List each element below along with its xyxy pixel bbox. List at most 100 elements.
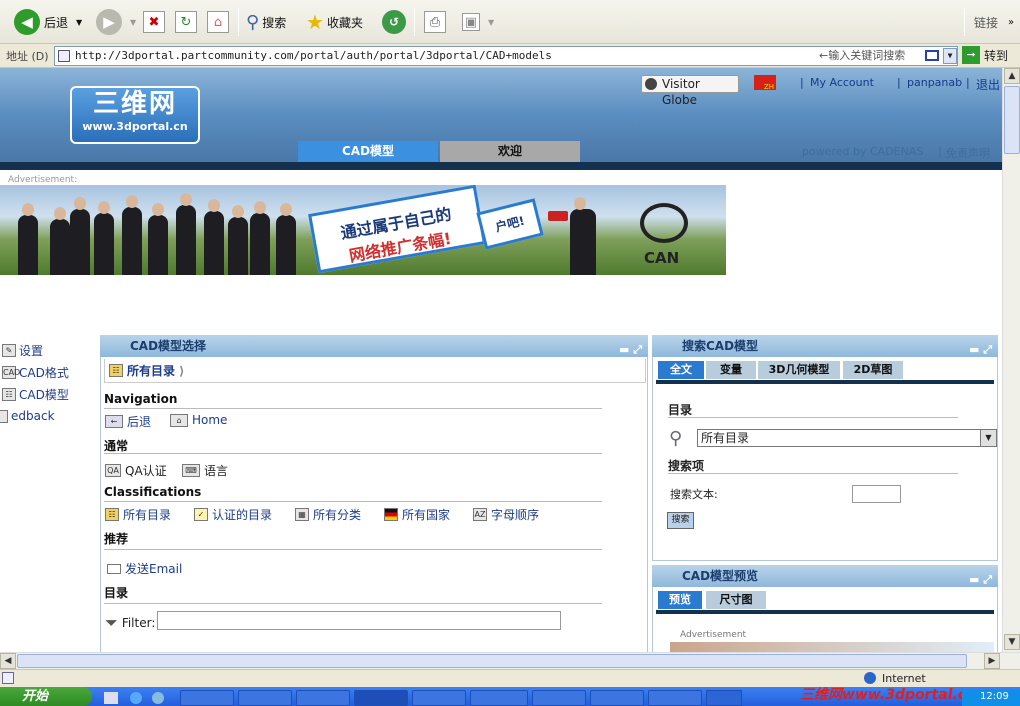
system-tray: 12:09 [962,690,1020,706]
links-button[interactable]: 链接 [974,8,998,36]
scroll-right-icon[interactable]: ▶ [984,653,1000,669]
dropdown-arrow-icon[interactable]: ▼ [488,18,494,27]
taskbar-window-button[interactable] [238,690,292,706]
quicklaunch-icon[interactable] [104,692,118,704]
catalog-select[interactable]: 所有目录 ▼ [697,429,997,447]
scroll-thumb[interactable] [1004,86,1020,154]
china-flag-icon[interactable]: ZH [754,75,776,91]
left-menu-feedback[interactable]: edback [0,409,55,423]
alphabetical-link[interactable]: AZ 字母顺序 [473,506,539,523]
history-button[interactable]: ↺ [382,8,406,36]
favorites-label: 收藏夹 [326,15,363,30]
taskbar-window-button[interactable] [412,690,466,706]
back-button[interactable]: ◀ 后退 ▼ [14,8,82,36]
separator: | [966,76,970,89]
link-label: 所有目录 [123,508,172,522]
taskbar-window-button[interactable] [590,690,644,706]
start-button[interactable]: 开始 [0,687,92,706]
horizontal-scrollbar[interactable]: ◀ ▶ [0,652,1020,669]
dropdown-arrow-icon[interactable]: ▼ [76,18,82,27]
magnifier-icon[interactable]: ⚲ [669,428,682,449]
taskbar-window-button[interactable] [470,690,528,706]
print-button[interactable]: ⎙ [424,8,446,36]
visitor-globe-button[interactable]: Visitor Globe [641,75,739,107]
breadcrumb-item[interactable]: 所有目录 [127,362,175,379]
printer-icon: ⎙ [424,11,446,33]
search-submit-button[interactable]: 搜索 [667,512,694,529]
scroll-up-icon[interactable]: ▲ [1004,68,1020,84]
section-recommend: 推荐 [104,532,129,546]
ie-icon[interactable] [152,692,164,704]
forward-button[interactable]: ▶ ▼ [96,8,136,36]
chevron-down-icon[interactable]: ▼ [980,430,996,446]
vertical-scrollbar[interactable]: ▲ ▼ [1002,68,1020,652]
nav-back-link[interactable]: ← 后退 [105,413,151,430]
logout-link[interactable]: 退出 [976,76,1000,93]
scroll-thumb[interactable] [17,654,967,668]
taskbar-window-button[interactable] [296,690,350,706]
panel-controls[interactable]: ▬ ⤢ [969,339,992,361]
tab-fulltext[interactable]: 全文 [658,361,704,379]
site-logo[interactable]: 三维网 www.3dportal.cn [70,86,200,144]
taskbar-window-button[interactable] [648,690,702,706]
taskbar-window-button[interactable] [532,690,586,706]
ad-banner[interactable]: 通过属于自己的 网络推广条幅! 户吧! CAN [0,185,726,275]
filter-label: Filter: [121,616,156,630]
my-account-link[interactable]: My Account [810,76,874,89]
search-text-input[interactable] [852,485,901,503]
scroll-left-icon[interactable]: ◀ [0,653,16,669]
edit-icon: ▣ [462,13,480,31]
star-icon: ★ [306,10,324,34]
panel-controls[interactable]: ▬ ⤢ [969,569,992,591]
taskbar-window-button-active[interactable] [354,690,408,706]
keyword-search-hint[interactable]: ←输入关键词搜索 [819,47,905,65]
tab-cad-models[interactable]: CAD模型 [298,141,438,162]
home-button[interactable]: ⌂ [207,8,229,36]
refresh-button[interactable]: ↻ [175,8,197,36]
filter-input[interactable] [157,611,561,630]
tab-dimension-drawing[interactable]: 尺寸图 [706,591,766,609]
engine-icon[interactable] [925,50,939,61]
left-menu-cad-formats[interactable]: CAD CAD格式 [2,364,69,381]
filter-icon: ⏷ [105,613,118,632]
all-catalogs-link[interactable]: ☷ 所有目录 [105,506,171,523]
tab-label: 全文 [670,363,692,376]
logo-url: www.3dportal.cn [82,120,188,133]
address-dropdown-icon[interactable]: ▼ [943,48,957,64]
nav-home-link[interactable]: ⌂ Home [170,413,227,427]
certified-catalogs-link[interactable]: ✓ 认证的目录 [194,506,272,523]
send-email-link[interactable]: 发送Email [107,560,182,577]
stop-button[interactable]: ✖ [143,8,165,36]
section-navigation: Navigation [104,392,178,406]
all-classes-link[interactable]: ▦ 所有分类 [295,506,361,523]
breadcrumb[interactable]: ☷ 所有目录 ⟩ [104,359,646,383]
taskbar-overflow-button[interactable] [706,690,742,706]
left-menu-cad-models[interactable]: ☷ CAD模型 [2,386,69,403]
edit-button[interactable]: ▣ ▼ [462,8,494,36]
preview-ad-image[interactable] [670,642,994,652]
tab-preview[interactable]: 预览 [658,591,702,609]
toolbar-overflow-icon[interactable]: » [1008,8,1014,36]
catalog-icon: ☷ [109,364,123,377]
username-link[interactable]: panpanab [907,76,962,89]
search-button[interactable]: ⚲ 搜索 [246,8,286,36]
tab-3d-geometry[interactable]: 3D几何模型 [758,361,840,379]
all-countries-link[interactable]: 所有国家 [384,506,450,523]
catalog-label: 目录 [668,403,693,417]
favorites-button[interactable]: ★ 收藏夹 [306,8,363,36]
panel-controls[interactable]: ▬ ⤢ [619,339,642,361]
disclaimer-link[interactable]: 免责声明 [946,145,990,161]
ie-icon[interactable] [130,692,142,704]
language-link[interactable]: ⌨ 语言 [182,462,228,479]
tab-2d-sketch[interactable]: 2D草图 [843,361,903,379]
taskbar-window-button[interactable] [180,690,234,706]
address-input[interactable]: http://3dportal.partcommunity.com/portal… [54,46,958,66]
tab-welcome[interactable]: 欢迎 [440,141,580,162]
go-button[interactable]: ➞ 转到 [962,46,1008,64]
scroll-down-icon[interactable]: ▼ [1004,634,1020,650]
tab-variables[interactable]: 变量 [706,361,756,379]
person-image [50,207,70,275]
dropdown-arrow-icon[interactable]: ▼ [130,18,136,27]
left-menu-settings[interactable]: ✎ 设置 [2,342,43,359]
qa-certification-link[interactable]: QA QA认证 [105,462,167,479]
